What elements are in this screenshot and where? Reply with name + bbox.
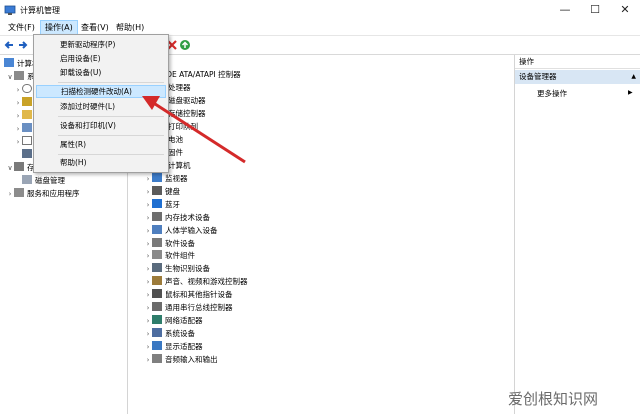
annotation-arrow-head	[142, 96, 160, 110]
annotation-arrow-shaft	[151, 100, 246, 164]
watermark: 爱创根知识网	[508, 390, 599, 408]
annotation-arrow	[142, 96, 246, 164]
